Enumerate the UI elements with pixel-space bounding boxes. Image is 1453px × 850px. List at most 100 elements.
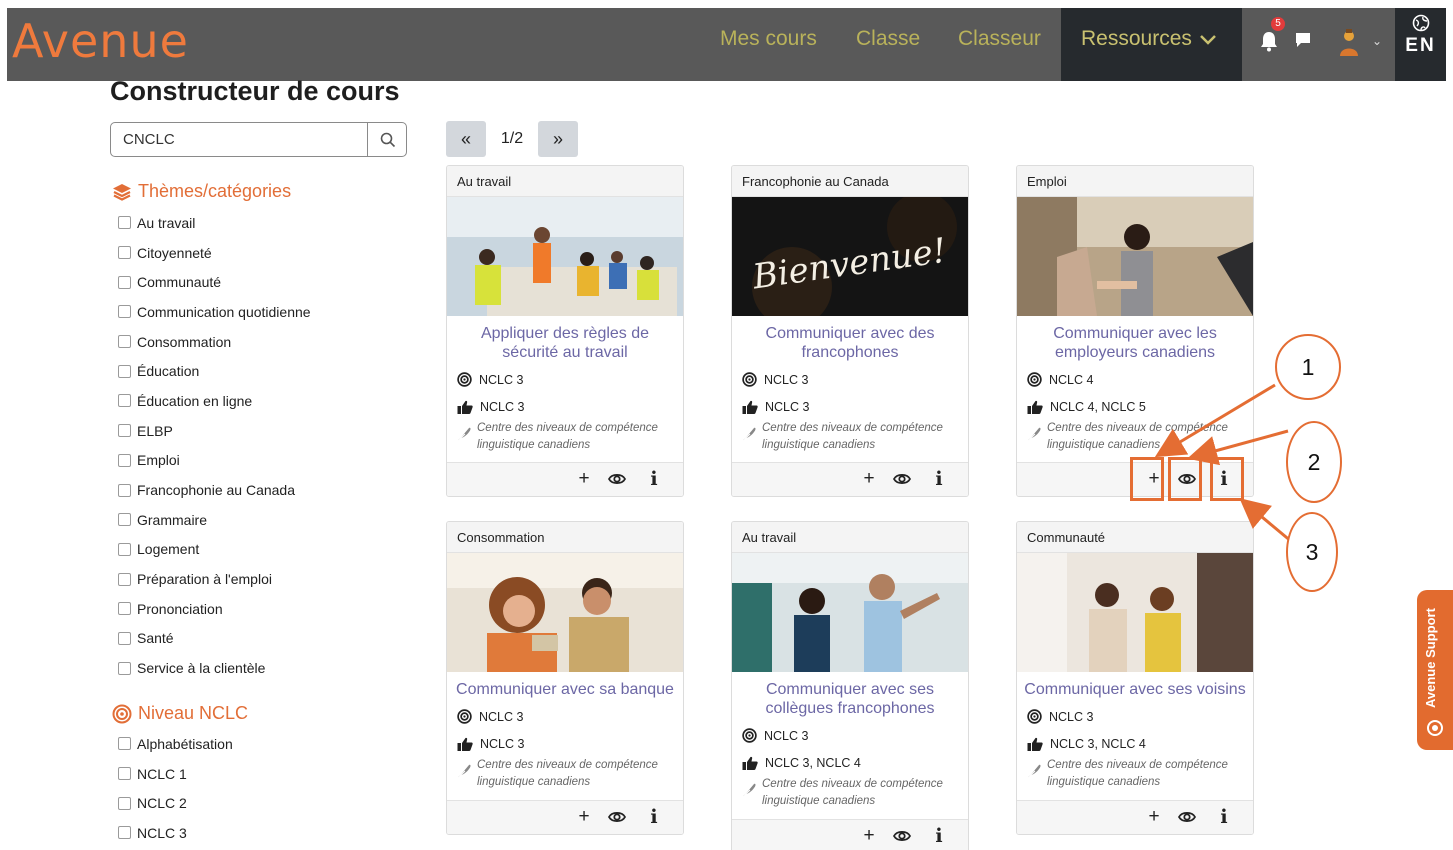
filter-checkbox[interactable] (118, 453, 131, 467)
theme-filter-item[interactable]: ELBP (118, 416, 311, 446)
filter-checkbox[interactable] (118, 796, 131, 810)
nav-classeur[interactable]: Classeur (958, 27, 1041, 51)
theme-filter-item[interactable]: Consommation (118, 327, 311, 357)
filter-checkbox[interactable] (118, 394, 131, 408)
filter-checkbox[interactable] (118, 483, 131, 497)
card-image[interactable] (1017, 197, 1253, 316)
filter-checkbox[interactable] (118, 572, 131, 586)
nav-classe[interactable]: Classe (856, 27, 920, 51)
card-image[interactable] (447, 197, 683, 316)
filter-label: NCLC 3 (137, 824, 187, 841)
feather-icon (742, 783, 756, 798)
search-input[interactable] (111, 123, 367, 156)
course-card: Francophonie au Canada Bienvenue! Communiq… (731, 165, 969, 497)
search-button[interactable] (367, 123, 407, 156)
user-avatar-icon[interactable] (1337, 28, 1361, 58)
add-course-button[interactable]: + (572, 467, 596, 491)
level-filter-item[interactable]: NCLC 3 (118, 818, 233, 848)
language-toggle[interactable]: EN (1395, 8, 1446, 81)
filter-checkbox[interactable] (118, 424, 131, 438)
filter-checkbox[interactable] (118, 631, 131, 645)
info-button[interactable]: i (927, 467, 951, 491)
info-button[interactable]: i (642, 805, 666, 829)
card-title[interactable]: Communiquer avec des francophones (732, 316, 968, 362)
level-filter-item[interactable]: NCLC 1 (118, 759, 233, 789)
annotation-marker-1: 1 (1275, 334, 1341, 400)
chat-icon[interactable] (1294, 32, 1312, 48)
theme-filter-item[interactable]: Prononciation (118, 594, 311, 624)
theme-filter-item[interactable]: Communauté (118, 267, 311, 297)
eye-icon[interactable] (890, 824, 914, 848)
card-image[interactable]: Bienvenue! (732, 197, 968, 316)
provider-name: Centre des niveaux de compétence linguis… (477, 422, 658, 451)
card-title[interactable]: Communiquer avec ses voisins (1017, 672, 1253, 699)
filter-checkbox[interactable] (118, 246, 131, 260)
card-title[interactable]: Communiquer avec sa banque (447, 672, 683, 699)
eye-icon[interactable] (1175, 805, 1199, 829)
annotation-marker-3: 3 (1286, 512, 1338, 592)
theme-filter-item[interactable]: Préparation à l'emploi (118, 564, 311, 594)
level-filter-item[interactable]: Alphabétisation (118, 729, 233, 759)
filter-checkbox[interactable] (118, 661, 131, 675)
filter-checkbox[interactable] (118, 602, 131, 616)
info-button[interactable]: i (1212, 805, 1236, 829)
double-chevron-left-icon[interactable]: « (446, 121, 486, 157)
filter-checkbox[interactable] (118, 513, 131, 527)
filter-checkbox[interactable] (118, 216, 131, 230)
nav-ressources[interactable]: Ressources (1061, 8, 1242, 81)
theme-filter-item[interactable]: Communication quotidienne (118, 297, 311, 327)
filter-checkbox[interactable] (118, 542, 131, 556)
bell-icon[interactable] (1259, 30, 1279, 52)
thumbs-up-icon (742, 400, 758, 414)
recommended-level: NCLC 3 (765, 399, 810, 414)
card-title[interactable]: Communiquer avec ses collègues francopho… (732, 672, 968, 718)
filter-checkbox[interactable] (118, 737, 131, 751)
levels-heading-label: Niveau NCLC (138, 703, 249, 723)
add-course-button[interactable]: + (857, 824, 881, 848)
filter-checkbox[interactable] (118, 826, 131, 840)
filter-checkbox[interactable] (118, 364, 131, 378)
support-tab[interactable]: Avenue Support (1417, 590, 1453, 750)
filter-checkbox[interactable] (118, 767, 131, 781)
filter-checkbox[interactable] (118, 335, 131, 349)
theme-filter-item[interactable]: Service à la clientèle (118, 653, 311, 683)
add-course-button[interactable]: + (857, 467, 881, 491)
search-box (110, 122, 407, 157)
level-filter-item[interactable]: NCLC 2 (118, 788, 233, 818)
recommended-level-row: NCLC 3, NCLC 4 (1017, 734, 1253, 753)
info-button[interactable]: i (642, 467, 666, 491)
eye-icon[interactable] (890, 467, 914, 491)
theme-filter-item[interactable]: Éducation en ligne (118, 386, 311, 416)
add-course-button[interactable]: + (572, 805, 596, 829)
eye-icon[interactable] (605, 467, 629, 491)
annotation-box-info (1210, 457, 1244, 501)
recommended-level: NCLC 3, NCLC 4 (765, 755, 861, 770)
filter-label: Préparation à l'emploi (137, 571, 272, 588)
page-title: Constructeur de cours (110, 76, 400, 106)
theme-filter-item[interactable]: Éducation (118, 356, 311, 386)
course-card: Emploi Communiquer avec les employeurs ca… (1016, 165, 1254, 497)
add-course-button[interactable]: + (1142, 805, 1166, 829)
theme-filter-item[interactable]: Au travail (118, 208, 311, 238)
theme-filter-item[interactable]: Santé (118, 624, 311, 654)
card-image[interactable] (1017, 553, 1253, 672)
info-button[interactable]: i (927, 824, 951, 848)
double-chevron-right-icon[interactable]: » (538, 121, 578, 157)
eye-icon[interactable] (605, 805, 629, 829)
card-title[interactable]: Appliquer des règles de sécurité au trav… (447, 316, 683, 362)
feather-icon (1027, 764, 1041, 779)
avenue-logo[interactable]: Avenue (12, 14, 189, 68)
theme-filter-item[interactable]: Grammaire (118, 505, 311, 535)
annotation-box-view (1168, 457, 1202, 501)
nav-mes-cours[interactable]: Mes cours (720, 27, 817, 51)
theme-filter-item[interactable]: Francophonie au Canada (118, 475, 311, 505)
user-menu-chevron-icon[interactable]: ⌄ (1372, 34, 1382, 48)
theme-filter-item[interactable]: Emploi (118, 446, 311, 476)
filter-checkbox[interactable] (118, 275, 131, 289)
card-title[interactable]: Communiquer avec les employeurs canadien… (1017, 316, 1253, 362)
theme-filter-item[interactable]: Citoyenneté (118, 238, 311, 268)
card-image[interactable] (732, 553, 968, 672)
filter-checkbox[interactable] (118, 305, 131, 319)
card-image[interactable] (447, 553, 683, 672)
theme-filter-item[interactable]: Logement (118, 535, 311, 565)
